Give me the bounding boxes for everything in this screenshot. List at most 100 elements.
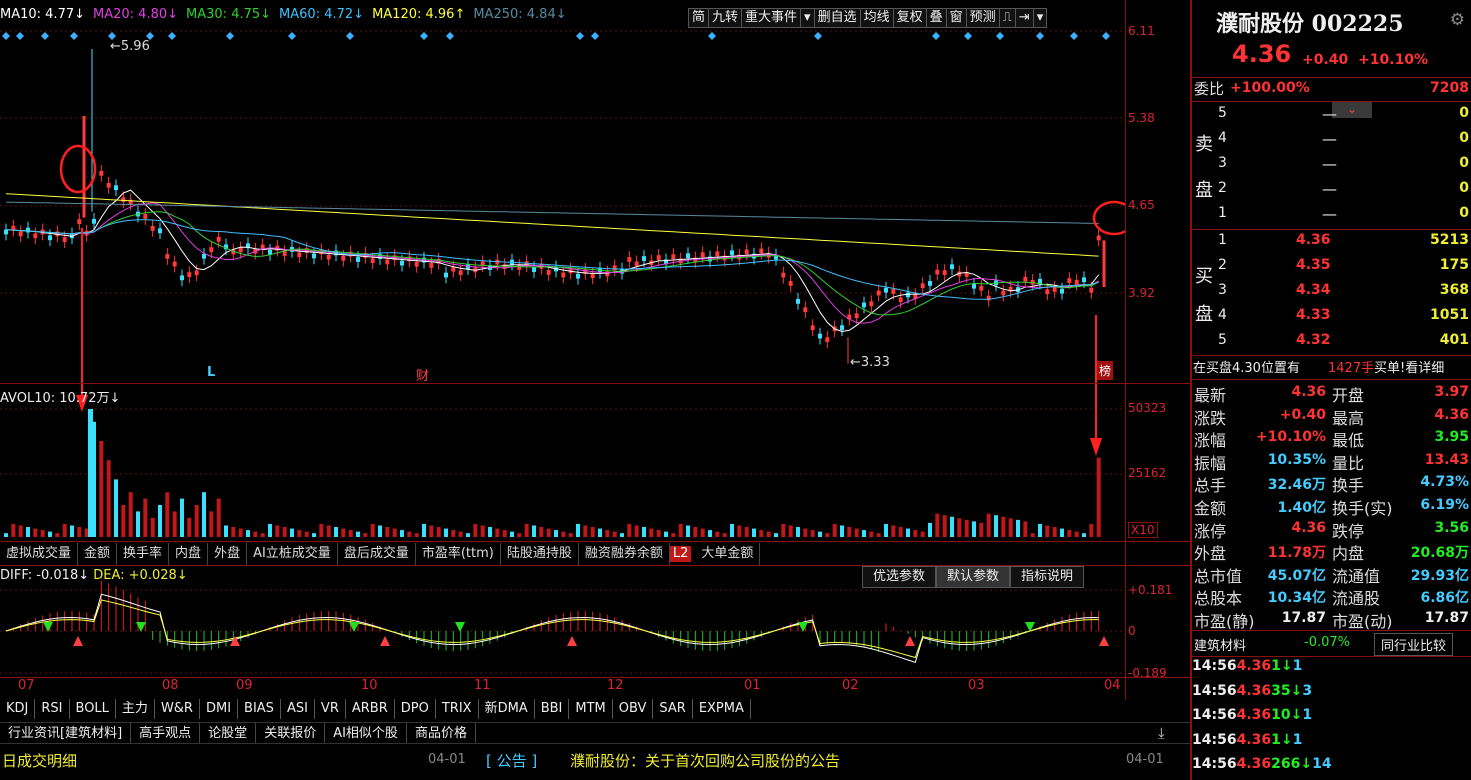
ma120-line — [5, 193, 1099, 257]
toolbar-button[interactable]: ⎍ — [998, 8, 1016, 28]
buy-level-row[interactable]: 5 4.32 401 — [1192, 330, 1471, 354]
toolbar-button[interactable]: ⇥ — [1014, 8, 1034, 28]
indicator-selector-tab[interactable]: KDJ — [0, 699, 36, 719]
indicator-tab[interactable]: L2 — [669, 546, 692, 562]
indicator-selector-tab[interactable]: VR — [315, 699, 346, 719]
gear-icon[interactable]: ⚙ — [1450, 10, 1465, 30]
toolbar-button[interactable]: ▾ — [800, 8, 815, 28]
volume-bar — [18, 525, 23, 537]
volume-bar — [33, 528, 38, 537]
toolbar-button[interactable]: 复权 — [892, 8, 927, 28]
price-change: +0.40 +10.10% — [1302, 52, 1429, 68]
sell-level-row[interactable]: 4—0 — [1192, 128, 1471, 152]
indicator-selector-tab[interactable]: DMI — [200, 699, 239, 719]
indicator-tab[interactable]: 外盘 — [208, 543, 248, 565]
candle-body — [1052, 287, 1057, 292]
news-tab[interactable]: 高手观点 — [131, 723, 201, 743]
download-icon[interactable]: ⤓ — [1158, 724, 1165, 742]
toolbar-button[interactable]: 九转 — [708, 8, 743, 28]
indicator-selector-tab[interactable]: TRIX — [436, 699, 479, 719]
candle-body — [840, 325, 844, 331]
indicator-tab[interactable]: 融资融券余额 — [579, 543, 670, 565]
toolbar-button[interactable]: 均线 — [859, 8, 894, 28]
candle-body — [114, 185, 118, 191]
industry-compare-button[interactable]: 同行业比较 — [1374, 633, 1454, 656]
volume-bar — [473, 523, 478, 537]
indicator-tab[interactable]: 换手率 — [117, 543, 170, 565]
candle-body — [297, 252, 302, 258]
toolbar-button[interactable]: 叠 — [925, 8, 947, 28]
candle-body — [781, 272, 786, 278]
volume-bar — [451, 530, 456, 537]
indicator-selector-tab[interactable]: 主力 — [116, 699, 155, 719]
buy-level-row[interactable]: 4 4.33 1051 — [1192, 305, 1471, 329]
toolbar-button[interactable]: 重大事件 — [741, 8, 802, 28]
candle-body — [1038, 278, 1042, 284]
quote-row: 外盘 11.78万 内盘 20.68万 — [1194, 544, 1469, 564]
toolbar-button[interactable]: 删自选 — [813, 8, 861, 28]
industry-name[interactable]: 建筑材料 — [1194, 635, 1246, 654]
cai-marker[interactable]: 财 — [416, 365, 429, 384]
indicator-selector-tab[interactable]: ASI — [281, 699, 315, 719]
indicator-tab[interactable]: 内盘 — [169, 543, 209, 565]
news-headline[interactable]: 濮耐股份：关于首次回购公司股份的公告 — [570, 750, 840, 771]
kline-svg[interactable] — [0, 0, 1125, 700]
news-tag[interactable]: [ 公告 ] — [486, 750, 537, 771]
sell-level-row[interactable]: 3—0 — [1192, 153, 1471, 177]
toolbar-button[interactable]: 预测 — [965, 8, 1000, 28]
param-tab[interactable]: 指标说明 — [1010, 566, 1085, 588]
indicator-tab[interactable]: AI立桩成交量 — [247, 543, 338, 565]
sell-level-row[interactable]: 1—0 — [1192, 203, 1471, 227]
l-marker[interactable]: L — [207, 365, 215, 380]
news-tab[interactable]: 行业资讯[建筑材料] — [0, 723, 132, 743]
sell-level-row[interactable]: 5—0 — [1192, 103, 1471, 127]
toolbar-button[interactable]: 简 — [688, 8, 710, 28]
big-order-notice[interactable]: 在买盘4.30位置有 1427手 买单!看详细 — [1192, 357, 1471, 377]
indicator-selector-tab[interactable]: EXPMA — [693, 699, 751, 719]
stock-title[interactable]: 濮耐股份 002225 — [1216, 6, 1404, 38]
volume-bar — [634, 525, 639, 537]
news-tabs: 行业资讯[建筑材料] 高手观点 论股堂 关联报价 AI相似个股 商品价格 — [0, 722, 1190, 744]
news-tab[interactable]: 关联报价 — [256, 723, 326, 743]
news-tab[interactable]: 商品价格 — [407, 723, 476, 743]
bang-marker[interactable]: 榜 — [1097, 361, 1114, 380]
indicator-selector-tab[interactable]: BOLL — [70, 699, 116, 719]
indicator-selector-tab[interactable]: DPO — [395, 699, 436, 719]
indicator-selector-tab[interactable]: SAR — [653, 699, 693, 719]
buy-level-row[interactable]: 3 4.34 368 — [1192, 280, 1471, 304]
panel-divider — [0, 541, 1190, 542]
indicator-selector-tab[interactable]: MTM — [569, 699, 613, 719]
buy-level-row[interactable]: 2 4.35 175 — [1192, 255, 1471, 279]
ma250-line — [5, 201, 1099, 224]
kline-chart-area[interactable]: MA10: 4.77↓ MA20: 4.80↓ MA30: 4.75↓ MA60: 4… — [0, 0, 1190, 780]
buy-level-row[interactable]: 1 4.36 5213 — [1192, 230, 1471, 254]
indicator-tab[interactable]: 金额 — [78, 543, 118, 565]
trade-detail-link[interactable]: 日成交明细 — [2, 750, 77, 771]
indicator-selector-tab[interactable]: 新DMA — [479, 699, 535, 719]
indicator-selector-tab[interactable]: OBV — [613, 699, 654, 719]
event-diamond — [591, 32, 599, 40]
indicator-selector-tab[interactable]: RSI — [35, 699, 70, 719]
indicator-tab[interactable]: 市盈率(ttm) — [416, 543, 501, 565]
chart-toolbar: 简九转 重大事件 ▾ 删自选 均线 复权叠窗预测 ⎍ ⇥ ▾ — [688, 8, 1048, 28]
indicator-tab[interactable]: 大单金额 — [695, 543, 761, 565]
indicator-selector-tab[interactable]: ARBR — [346, 699, 395, 719]
indicator-selector-tab[interactable]: BBI — [535, 699, 570, 719]
event-diamond — [288, 32, 296, 40]
volume-bar — [568, 533, 573, 537]
param-tab[interactable]: 优选参数 — [862, 566, 937, 588]
indicator-selector-tab[interactable]: W&R — [155, 699, 200, 719]
news-tab[interactable]: 论股堂 — [200, 723, 257, 743]
indicator-tab[interactable]: 盘后成交量 — [338, 543, 416, 565]
volume-bar — [429, 525, 434, 537]
volume-bar — [942, 515, 947, 537]
indicator-tab[interactable]: 虚拟成交量 — [0, 543, 79, 565]
sell-level-row[interactable]: 2—0 — [1192, 178, 1471, 202]
toolbar-button[interactable]: 窗 — [945, 8, 967, 28]
news-row[interactable]: 日成交明细 04-01 [ 公告 ] 濮耐股份：关于首次回购公司股份的公告 04… — [0, 748, 1190, 772]
news-tab[interactable]: AI相似个股 — [325, 723, 407, 743]
indicator-tab[interactable]: 陆股通持股 — [501, 543, 579, 565]
toolbar-button[interactable]: ▾ — [1032, 8, 1048, 28]
indicator-selector-tab[interactable]: BIAS — [238, 699, 281, 719]
param-tab[interactable]: 默认参数 — [936, 566, 1011, 588]
